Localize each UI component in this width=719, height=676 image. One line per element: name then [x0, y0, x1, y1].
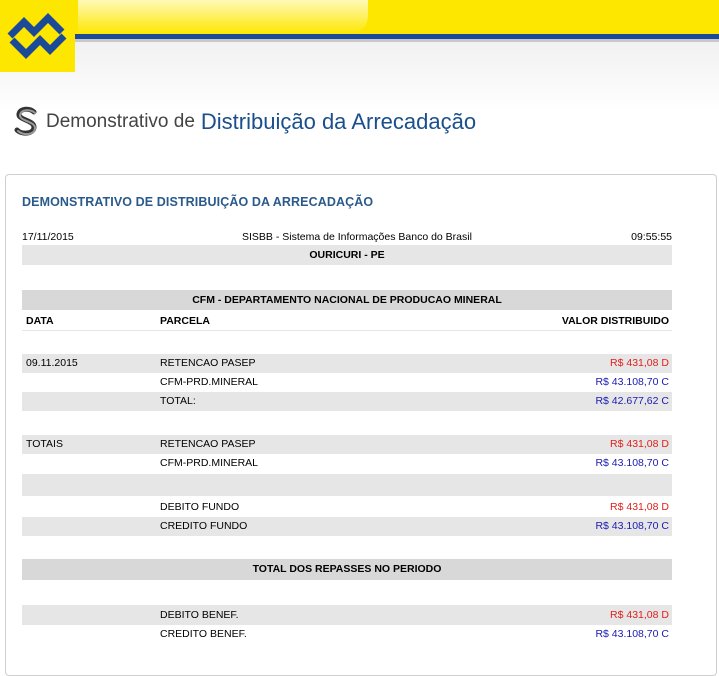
- entry-valor: R$ 43.108,70 C: [595, 520, 669, 532]
- fund-name-label: CFM - DEPARTAMENTO NACIONAL DE PRODUCAO …: [192, 294, 502, 306]
- municipality-row: OURICURI - PE: [22, 245, 672, 265]
- table-row: CFM-PRD.MINERAL R$ 43.108,70 C: [22, 373, 672, 392]
- entry-parcela: TOTAL:: [160, 395, 196, 407]
- column-header-parcela: PARCELA: [160, 315, 210, 327]
- entry-parcela: RETENCAO PASEP: [160, 438, 256, 450]
- table-row: TOTAL: R$ 42.677,62 C: [22, 392, 672, 411]
- entry-valor: R$ 431,08 D: [610, 501, 669, 513]
- table-row-empty: [22, 474, 672, 496]
- fund-name-row: CFM - DEPARTAMENTO NACIONAL DE PRODUCAO …: [22, 290, 672, 310]
- column-header-data: DATA: [26, 315, 54, 327]
- report-date: 17/11/2015: [22, 231, 74, 243]
- entry-parcela: DEBITO BENEF.: [160, 609, 239, 621]
- page-title: Demonstrativo de Distribuição da Arrecad…: [12, 104, 476, 140]
- entry-date: 09.11.2015: [26, 357, 78, 369]
- municipality-label: OURICURI - PE: [309, 249, 385, 261]
- table-row: DEBITO BENEF. R$ 431,08 D: [22, 605, 672, 625]
- entry-valor: R$ 431,08 D: [610, 357, 669, 369]
- entry-parcela: CFM-PRD.MINERAL: [160, 457, 259, 469]
- header-background: [0, 42, 719, 112]
- bb-logo-icon: [7, 13, 67, 59]
- banco-do-brasil-logo[interactable]: [0, 0, 75, 72]
- table-row: DEBITO FUNDO R$ 431,08 D: [22, 497, 672, 517]
- entry-valor: R$ 43.108,70 C: [595, 628, 669, 640]
- totals-label: TOTAIS: [26, 438, 63, 450]
- report-system-name: SISBB - Sistema de Informações Banco do …: [242, 231, 472, 243]
- column-header-valor: VALOR DISTRIBUIDO: [561, 315, 669, 327]
- table-row: CREDITO BENEF. R$ 43.108,70 C: [22, 625, 672, 644]
- entry-parcela: CREDITO BENEF.: [160, 628, 247, 640]
- entry-parcela: CREDITO FUNDO: [160, 520, 248, 532]
- table-row: 09.11.2015 RETENCAO PASEP R$ 431,08 D: [22, 354, 672, 373]
- table-row: TOTAIS RETENCAO PASEP R$ 431,08 D: [22, 435, 672, 454]
- table-row: CREDITO FUNDO R$ 43.108,70 C: [22, 517, 672, 536]
- report-info-line: 17/11/2015 SISBB - Sistema de Informaçõe…: [22, 231, 672, 245]
- page-title-prefix: Demonstrativo de: [46, 111, 195, 132]
- entry-parcela: DEBITO FUNDO: [160, 501, 240, 513]
- period-total-label: TOTAL DOS REPASSES NO PERIODO: [252, 563, 442, 575]
- entry-valor: R$ 431,08 D: [610, 438, 669, 450]
- header-tab: [78, 0, 368, 34]
- table-row: CFM-PRD.MINERAL R$ 43.108,70 C: [22, 454, 672, 473]
- report-panel: DEMONSTRATIVO DE DISTRIBUIÇÃO DA ARRECAD…: [5, 174, 717, 676]
- entry-valor: R$ 43.108,70 C: [595, 376, 669, 388]
- report-time: 09:55:55: [631, 231, 672, 243]
- entry-valor: R$ 42.677,62 C: [595, 395, 669, 407]
- panel-title: DEMONSTRATIVO DE DISTRIBUIÇÃO DA ARRECAD…: [22, 195, 374, 209]
- entry-parcela: CFM-PRD.MINERAL: [160, 376, 259, 388]
- period-total-row: TOTAL DOS REPASSES NO PERIODO: [22, 559, 672, 580]
- entry-parcela: RETENCAO PASEP: [160, 357, 256, 369]
- dollar-s-icon: [14, 106, 37, 136]
- entry-valor: R$ 43.108,70 C: [595, 457, 669, 469]
- page-title-main: Distribuição da Arrecadação: [200, 109, 477, 134]
- entry-valor: R$ 431,08 D: [610, 609, 669, 621]
- column-header-row: DATA PARCELA VALOR DISTRIBUIDO: [22, 312, 672, 331]
